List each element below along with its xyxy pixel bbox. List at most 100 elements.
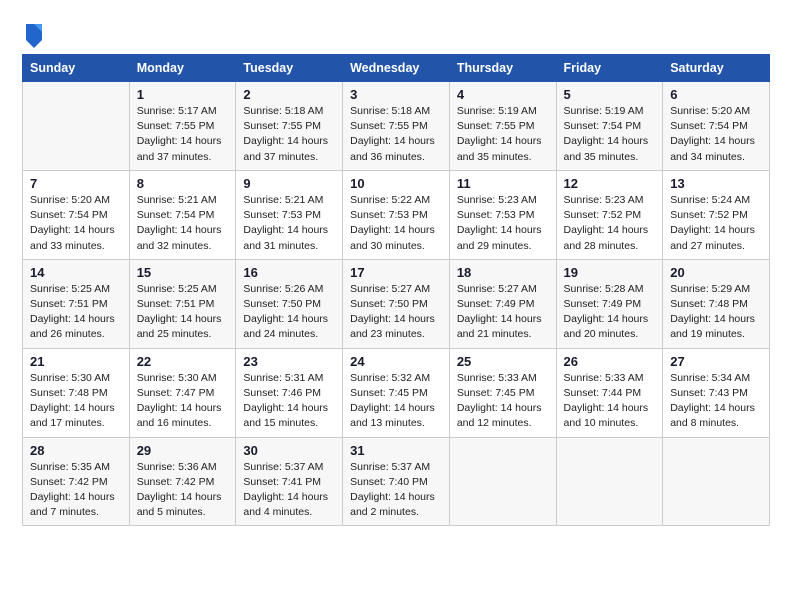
day-cell: 26Sunrise: 5:33 AM Sunset: 7:44 PM Dayli… [556, 348, 663, 437]
day-info: Sunrise: 5:28 AM Sunset: 7:49 PM Dayligh… [564, 282, 656, 343]
day-number: 29 [137, 443, 229, 458]
day-cell: 3Sunrise: 5:18 AM Sunset: 7:55 PM Daylig… [343, 82, 450, 171]
day-header-friday: Friday [556, 55, 663, 82]
day-info: Sunrise: 5:34 AM Sunset: 7:43 PM Dayligh… [670, 371, 762, 432]
day-number: 19 [564, 265, 656, 280]
day-cell: 1Sunrise: 5:17 AM Sunset: 7:55 PM Daylig… [129, 82, 236, 171]
day-info: Sunrise: 5:32 AM Sunset: 7:45 PM Dayligh… [350, 371, 442, 432]
day-cell: 4Sunrise: 5:19 AM Sunset: 7:55 PM Daylig… [449, 82, 556, 171]
day-cell: 30 Sunrise: 5:37 AM Sunset: 7:41 PM Dayli… [236, 437, 343, 526]
day-number: 15 [137, 265, 229, 280]
day-info: Sunrise: 5:37 AM Sunset: 7:40 PM Dayligh… [350, 460, 442, 521]
day-number: 10 [350, 176, 442, 191]
day-header-monday: Monday [129, 55, 236, 82]
day-cell: 21 Sunrise: 5:30 AM Sunset: 7:48 PM Dayli… [23, 348, 130, 437]
day-number: 11 [457, 176, 549, 191]
day-cell: 28 Sunrise: 5:35 AM Sunset: 7:42 PM Dayli… [23, 437, 130, 526]
day-number: 23 [243, 354, 335, 369]
day-number: 26 [564, 354, 656, 369]
day-cell [23, 82, 130, 171]
day-cell: 15 Sunrise: 5:25 AM Sunset: 7:51 PM Dayli… [129, 259, 236, 348]
day-number: 30 [243, 443, 335, 458]
day-cell: 14Sunrise: 5:25 AM Sunset: 7:51 PM Dayli… [23, 259, 130, 348]
day-header-sunday: Sunday [23, 55, 130, 82]
day-info: Sunrise: 5:27 AM Sunset: 7:49 PM Dayligh… [457, 282, 549, 343]
day-number: 16 [243, 265, 335, 280]
week-row-5: 28 Sunrise: 5:35 AM Sunset: 7:42 PM Dayli… [23, 437, 770, 526]
day-cell [449, 437, 556, 526]
day-info: Sunrise: 5:30 AM Sunset: 7:48 PM Dayligh… [30, 371, 122, 432]
day-cell: 31 Sunrise: 5:37 AM Sunset: 7:40 PM Dayli… [343, 437, 450, 526]
day-number: 20 [670, 265, 762, 280]
day-number: 7 [30, 176, 122, 191]
day-info: Sunrise: 5:26 AM Sunset: 7:50 PM Dayligh… [243, 282, 335, 343]
day-info: Sunrise: 5:22 AM Sunset: 7:53 PM Dayligh… [350, 193, 442, 254]
day-header-wednesday: Wednesday [343, 55, 450, 82]
day-info: Sunrise: 5:23 AM Sunset: 7:53 PM Dayligh… [457, 193, 549, 254]
day-number: 13 [670, 176, 762, 191]
day-number: 2 [243, 87, 335, 102]
week-row-1: 1Sunrise: 5:17 AM Sunset: 7:55 PM Daylig… [23, 82, 770, 171]
day-info: Sunrise: 5:36 AM Sunset: 7:42 PM Dayligh… [137, 460, 229, 521]
day-cell [663, 437, 770, 526]
day-cell: 7 Sunrise: 5:20 AM Sunset: 7:54 PM Daylig… [23, 170, 130, 259]
day-info: Sunrise: 5:33 AM Sunset: 7:45 PM Dayligh… [457, 371, 549, 432]
day-number: 31 [350, 443, 442, 458]
calendar-table: SundayMondayTuesdayWednesdayThursdayFrid… [22, 54, 770, 526]
day-cell: 27 Sunrise: 5:34 AM Sunset: 7:43 PM Dayli… [663, 348, 770, 437]
day-info: Sunrise: 5:20 AM Sunset: 7:54 PM Dayligh… [30, 193, 122, 254]
day-info: Sunrise: 5:35 AM Sunset: 7:42 PM Dayligh… [30, 460, 122, 521]
day-number: 21 [30, 354, 122, 369]
day-cell: 13 Sunrise: 5:24 AM Sunset: 7:52 PM Dayli… [663, 170, 770, 259]
day-cell: 11 Sunrise: 5:23 AM Sunset: 7:53 PM Dayli… [449, 170, 556, 259]
day-number: 22 [137, 354, 229, 369]
day-cell: 17 Sunrise: 5:27 AM Sunset: 7:50 PM Dayli… [343, 259, 450, 348]
day-cell [556, 437, 663, 526]
day-number: 25 [457, 354, 549, 369]
day-info: Sunrise: 5:18 AM Sunset: 7:55 PM Dayligh… [243, 104, 335, 165]
week-row-4: 21 Sunrise: 5:30 AM Sunset: 7:48 PM Dayli… [23, 348, 770, 437]
day-number: 9 [243, 176, 335, 191]
day-number: 6 [670, 87, 762, 102]
day-info: Sunrise: 5:25 AM Sunset: 7:51 PM Dayligh… [30, 282, 122, 343]
day-cell: 20 Sunrise: 5:29 AM Sunset: 7:48 PM Dayli… [663, 259, 770, 348]
days-header-row: SundayMondayTuesdayWednesdayThursdayFrid… [23, 55, 770, 82]
day-number: 3 [350, 87, 442, 102]
day-cell: 22 Sunrise: 5:30 AM Sunset: 7:47 PM Dayli… [129, 348, 236, 437]
day-cell: 24 Sunrise: 5:32 AM Sunset: 7:45 PM Dayli… [343, 348, 450, 437]
day-cell: 23Sunrise: 5:31 AM Sunset: 7:46 PM Dayli… [236, 348, 343, 437]
day-info: Sunrise: 5:37 AM Sunset: 7:41 PM Dayligh… [243, 460, 335, 521]
day-cell: 6 Sunrise: 5:20 AM Sunset: 7:54 PM Daylig… [663, 82, 770, 171]
day-cell: 25 Sunrise: 5:33 AM Sunset: 7:45 PM Dayli… [449, 348, 556, 437]
day-cell: 16 Sunrise: 5:26 AM Sunset: 7:50 PM Dayli… [236, 259, 343, 348]
week-row-2: 7 Sunrise: 5:20 AM Sunset: 7:54 PM Daylig… [23, 170, 770, 259]
day-cell: 18 Sunrise: 5:27 AM Sunset: 7:49 PM Dayli… [449, 259, 556, 348]
day-info: Sunrise: 5:19 AM Sunset: 7:55 PM Dayligh… [457, 104, 549, 165]
logo [22, 18, 44, 48]
day-number: 18 [457, 265, 549, 280]
day-number: 28 [30, 443, 122, 458]
day-header-thursday: Thursday [449, 55, 556, 82]
day-info: Sunrise: 5:30 AM Sunset: 7:47 PM Dayligh… [137, 371, 229, 432]
day-info: Sunrise: 5:19 AM Sunset: 7:54 PM Dayligh… [564, 104, 656, 165]
day-info: Sunrise: 5:17 AM Sunset: 7:55 PM Dayligh… [137, 104, 229, 165]
day-header-tuesday: Tuesday [236, 55, 343, 82]
day-number: 17 [350, 265, 442, 280]
header [22, 18, 770, 48]
day-number: 12 [564, 176, 656, 191]
day-cell: 12 Sunrise: 5:23 AM Sunset: 7:52 PM Dayli… [556, 170, 663, 259]
day-info: Sunrise: 5:23 AM Sunset: 7:52 PM Dayligh… [564, 193, 656, 254]
day-cell: 2 Sunrise: 5:18 AM Sunset: 7:55 PM Daylig… [236, 82, 343, 171]
day-info: Sunrise: 5:29 AM Sunset: 7:48 PM Dayligh… [670, 282, 762, 343]
day-info: Sunrise: 5:24 AM Sunset: 7:52 PM Dayligh… [670, 193, 762, 254]
day-info: Sunrise: 5:25 AM Sunset: 7:51 PM Dayligh… [137, 282, 229, 343]
day-info: Sunrise: 5:27 AM Sunset: 7:50 PM Dayligh… [350, 282, 442, 343]
calendar-page: SundayMondayTuesdayWednesdayThursdayFrid… [0, 0, 792, 544]
day-info: Sunrise: 5:20 AM Sunset: 7:54 PM Dayligh… [670, 104, 762, 165]
day-number: 27 [670, 354, 762, 369]
day-info: Sunrise: 5:21 AM Sunset: 7:54 PM Dayligh… [137, 193, 229, 254]
day-number: 24 [350, 354, 442, 369]
day-header-saturday: Saturday [663, 55, 770, 82]
day-cell: 29 Sunrise: 5:36 AM Sunset: 7:42 PM Dayli… [129, 437, 236, 526]
day-cell: 10 Sunrise: 5:22 AM Sunset: 7:53 PM Dayli… [343, 170, 450, 259]
